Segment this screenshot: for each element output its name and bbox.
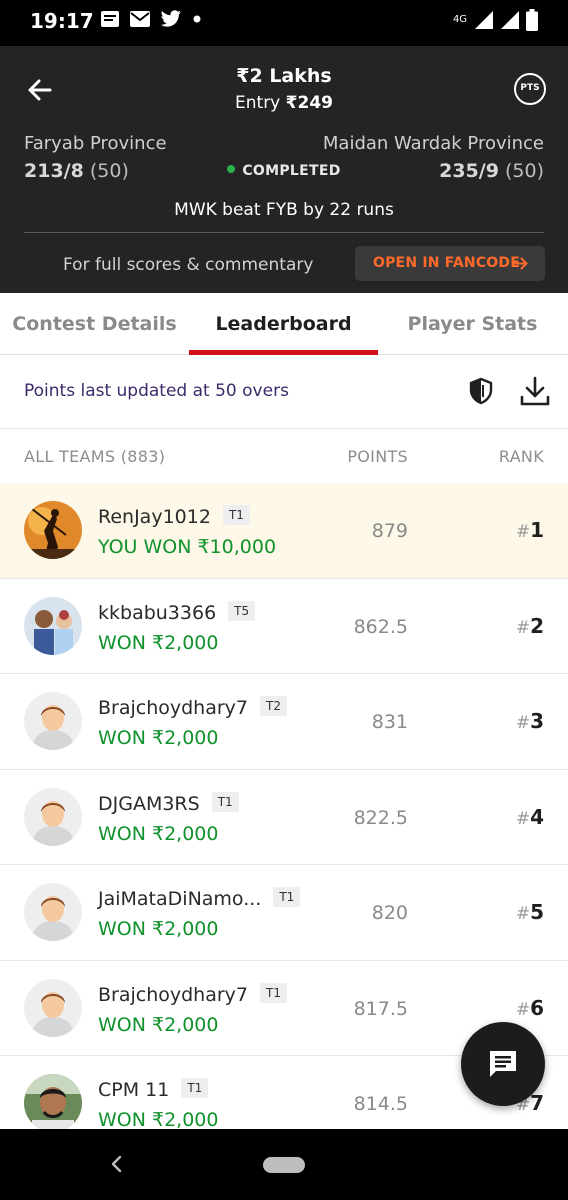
chat-icon [490, 1051, 516, 1077]
nav-home-pill[interactable] [263, 1157, 305, 1173]
avatar [24, 692, 82, 750]
winnings: WON ₹2,000 [98, 727, 219, 749]
team-badge: T1 [222, 505, 250, 525]
default-avatar-icon [24, 692, 82, 750]
header-divider [24, 232, 544, 233]
tab-player-stats[interactable]: Player Stats [378, 293, 567, 355]
avatar [24, 787, 82, 846]
status-dot-icon [227, 165, 236, 173]
points-value: 862.5 [353, 615, 408, 638]
team-badge: T1 [273, 887, 301, 907]
team-badge: T1 [211, 791, 239, 812]
match-status: COMPLETED [0, 163, 568, 179]
team-badge: T2 [260, 696, 287, 716]
notification-icons [100, 10, 202, 28]
points-value: 817.5 [353, 997, 408, 1020]
column-points: POINTS [347, 447, 408, 466]
username: JaiMataDiNamo... T1 [98, 887, 301, 910]
battery-icon [526, 9, 538, 31]
network-type: 4G [452, 14, 468, 25]
points-value: 814.5 [353, 1093, 408, 1115]
nav-back-icon[interactable] [106, 1153, 128, 1175]
prize-title: ₹2 Lakhs [236, 65, 332, 87]
default-avatar-icon [24, 787, 82, 846]
leaderboard-row[interactable]: JaiMataDiNamo... T1 WON ₹2,000 820 #5 [0, 865, 568, 961]
open-in-fancode-button[interactable]: OPEN IN FANCODE [355, 246, 545, 281]
team-badge: T1 [181, 1078, 209, 1098]
points-value: 879 [371, 520, 408, 542]
rank-value: #1 [515, 518, 544, 542]
rank-value: #3 [515, 709, 544, 733]
signal-icon-2 [501, 11, 519, 29]
points-value: 831 [371, 711, 408, 733]
download-icon[interactable] [518, 374, 552, 408]
leaderboard-column-header: ALL TEAMS (883) POINTS RANK [0, 429, 568, 483]
dot-icon [193, 15, 201, 23]
system-nav-bar [0, 1129, 568, 1200]
team-badge: T5 [228, 600, 256, 621]
username: DJGAM3RS T1 [98, 791, 239, 815]
winnings: YOU WON ₹10,000 [98, 536, 277, 558]
points-value: 822.5 [353, 806, 408, 829]
entry-fee: Entry ₹249 [235, 93, 333, 113]
column-rank: RANK [498, 447, 544, 466]
rank-value: #2 [515, 613, 544, 638]
photo-avatar-icon [24, 1074, 82, 1129]
winnings: WON ₹2,000 [98, 918, 219, 940]
avatar [24, 1074, 82, 1129]
points-system-button[interactable]: PTS [514, 73, 546, 105]
tab-leaderboard[interactable]: Leaderboard [189, 293, 378, 355]
avatar [24, 978, 82, 1037]
username: kkbabu3366 T5 [98, 600, 256, 624]
gmail-icon [130, 11, 150, 27]
message-icon [101, 11, 119, 27]
match-result: MWK beat FYB by 22 runs [174, 200, 394, 220]
username: RenJay1012 T1 [98, 505, 250, 528]
chat-button[interactable] [461, 1022, 545, 1106]
match-header: ₹2 Lakhs Entry ₹249 PTS Faryab Province … [0, 46, 568, 293]
avatar [24, 883, 82, 941]
photo-avatar-icon [24, 596, 82, 655]
arrow-right-icon [514, 257, 528, 270]
points-updated-text: Points last updated at 50 overs [24, 381, 289, 401]
rank-value: #4 [515, 804, 544, 829]
winnings: WON ₹2,000 [98, 1109, 219, 1129]
winnings: WON ₹2,000 [98, 822, 219, 845]
avatar [24, 596, 82, 655]
status-time: 19:17 [30, 9, 94, 33]
status-bar: 19:17 4G [0, 0, 568, 46]
username: Brajchoydhary7 T1 [98, 982, 287, 1006]
team-badge: T1 [260, 982, 287, 1003]
tab-contest-details[interactable]: Contest Details [0, 293, 189, 355]
signal-icon [475, 11, 493, 29]
avatar [24, 501, 82, 559]
points-value: 820 [371, 902, 408, 924]
warrior-avatar-icon [24, 501, 82, 559]
twitter-icon [160, 10, 181, 27]
rank-value: #6 [515, 995, 544, 1020]
full-scores-text: For full scores & commentary [63, 255, 314, 275]
default-avatar-icon [24, 883, 82, 941]
column-all-teams: ALL TEAMS (883) [24, 447, 166, 466]
leaderboard-row[interactable]: kkbabu3366 T5 WON ₹2,000 862.5 #2 [0, 578, 568, 674]
leaderboard-row[interactable]: Brajchoydhary7 T2 WON ₹2,000 831 #3 [0, 674, 568, 770]
username: CPM 11 T1 [98, 1078, 209, 1101]
winnings: WON ₹2,000 [98, 1013, 219, 1036]
contest-tabs: Contest Details Leaderboard Player Stats [0, 293, 568, 355]
leaderboard-row[interactable]: RenJay1012 T1 YOU WON ₹10,000 879 #1 [0, 483, 568, 579]
shield-icon[interactable] [466, 376, 496, 406]
default-avatar-icon [24, 978, 82, 1037]
username: Brajchoydhary7 T2 [98, 696, 287, 719]
leaderboard-row[interactable]: DJGAM3RS T1 WON ₹2,000 822.5 #4 [0, 769, 568, 865]
points-update-bar: Points last updated at 50 overs [0, 355, 568, 429]
team-left-name: Faryab Province [24, 133, 167, 154]
rank-value: #5 [515, 900, 544, 924]
team-right-name: Maidan Wardak Province [322, 133, 544, 154]
winnings: WON ₹2,000 [98, 631, 219, 654]
